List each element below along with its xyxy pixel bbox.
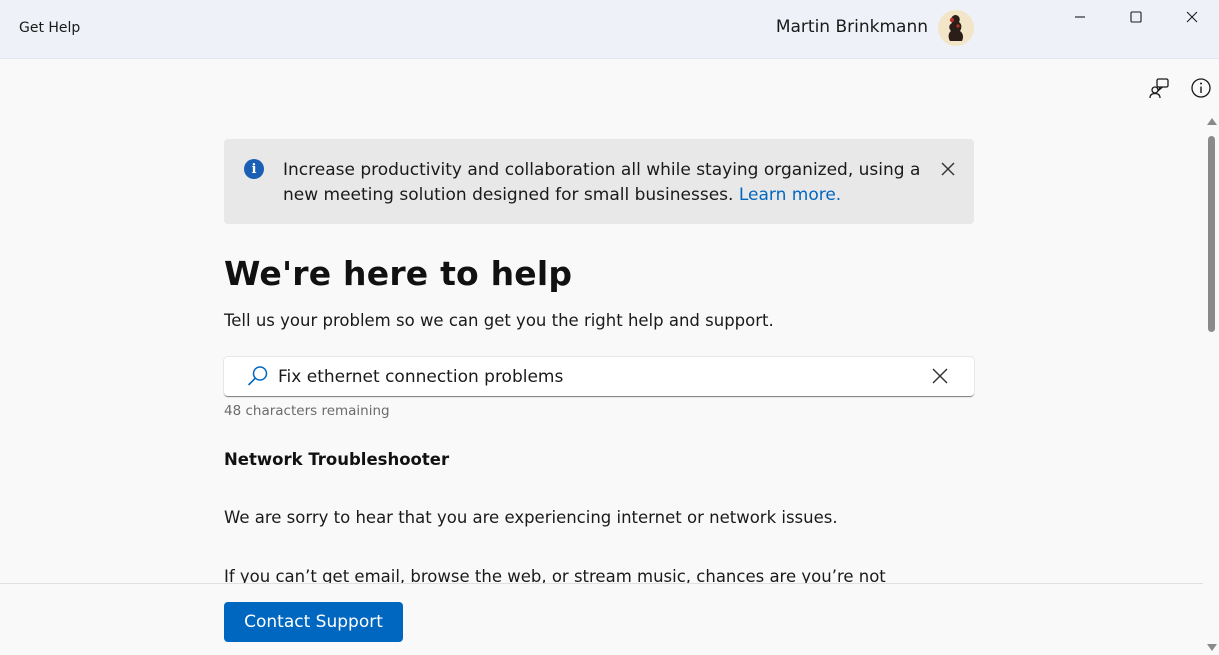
search-input[interactable] xyxy=(278,357,918,396)
character-count: 48 characters remaining xyxy=(224,403,390,419)
clear-icon xyxy=(932,368,948,384)
search-icon xyxy=(248,366,268,386)
avatar-image xyxy=(938,10,974,46)
search-box[interactable] xyxy=(224,357,974,397)
scroll-down-arrow-icon[interactable] xyxy=(1207,644,1217,651)
scroll-up-arrow-icon[interactable] xyxy=(1207,118,1217,125)
scrollbar-thumb[interactable] xyxy=(1208,136,1215,332)
result-paragraph: We are sorry to hear that you are experi… xyxy=(224,508,838,527)
banner-close-button[interactable] xyxy=(939,160,957,178)
info-banner: i Increase productivity and collaboratio… xyxy=(224,139,974,224)
close-icon xyxy=(941,162,955,176)
main-content: i Increase productivity and collaboratio… xyxy=(224,139,974,586)
app-title: Get Help xyxy=(19,20,81,36)
banner-message: Increase productivity and collaboration … xyxy=(283,158,923,208)
contact-icon xyxy=(1149,78,1169,99)
info-icon xyxy=(1191,78,1211,98)
close-window-button[interactable] xyxy=(1164,0,1219,34)
title-bar: Get Help Martin Brinkmann xyxy=(0,0,1219,59)
page-title: We're here to help xyxy=(224,254,573,293)
close-icon xyxy=(1186,11,1198,23)
maximize-button[interactable] xyxy=(1108,0,1164,34)
about-button[interactable] xyxy=(1189,76,1213,100)
contact-support-button[interactable]: Contact Support xyxy=(224,602,403,642)
result-title: Network Troubleshooter xyxy=(224,450,450,469)
footer-bar: Contact Support xyxy=(0,583,1203,655)
get-help-window: Get Help Martin Brinkmann i Increase pro… xyxy=(0,0,1219,655)
clear-search-button[interactable] xyxy=(930,366,950,386)
scrollbar[interactable] xyxy=(1203,116,1219,655)
learn-more-link[interactable]: Learn more. xyxy=(739,185,841,205)
contact-button[interactable] xyxy=(1147,76,1171,100)
maximize-icon xyxy=(1130,11,1142,23)
info-icon: i xyxy=(244,159,264,179)
avatar[interactable] xyxy=(938,10,974,46)
minimize-button[interactable] xyxy=(1052,0,1108,34)
page-subtitle: Tell us your problem so we can get you t… xyxy=(224,311,774,330)
minimize-icon xyxy=(1075,16,1085,18)
user-name[interactable]: Martin Brinkmann xyxy=(776,17,928,37)
